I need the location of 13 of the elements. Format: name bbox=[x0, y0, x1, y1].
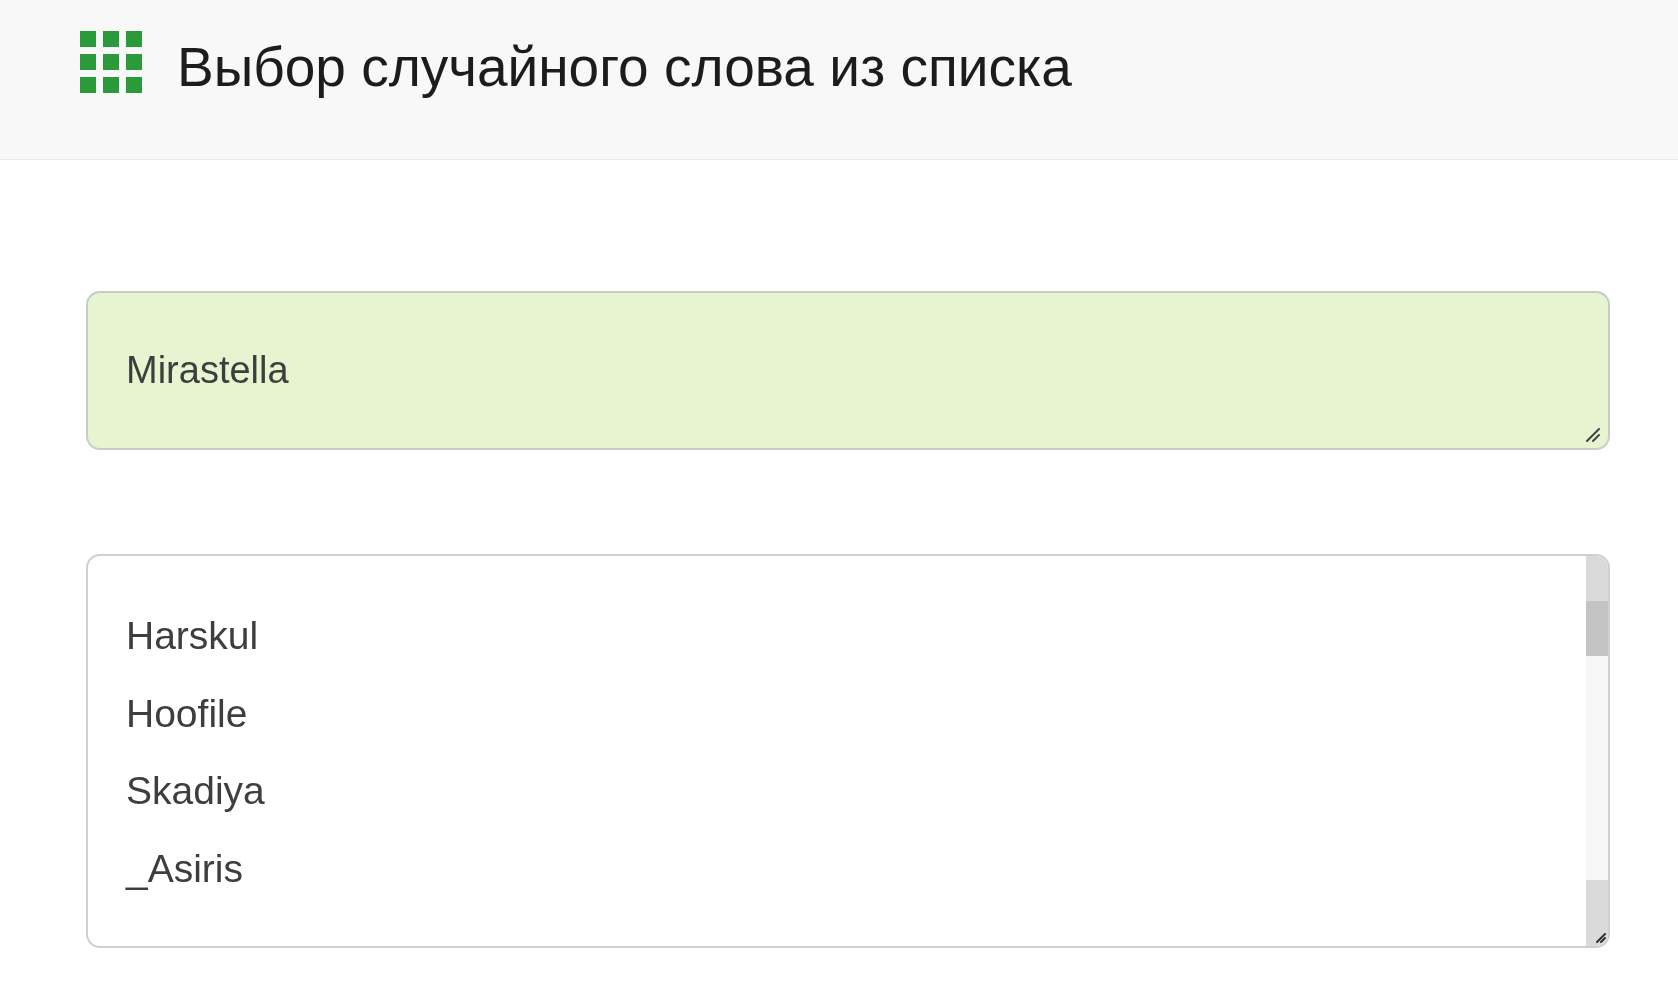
scrollbar[interactable] bbox=[1586, 556, 1608, 946]
result-field[interactable]: Mirastella bbox=[86, 291, 1610, 450]
scroll-button[interactable] bbox=[1586, 880, 1608, 946]
list-entry: Skadiya bbox=[126, 768, 266, 814]
grid-icon bbox=[80, 31, 142, 93]
scroll-thumb[interactable] bbox=[1586, 601, 1608, 656]
list-entry: Hoofile bbox=[126, 690, 249, 737]
page-title: Выбор случайного слова из списка bbox=[177, 35, 1072, 100]
resize-grip-icon[interactable] bbox=[1586, 428, 1600, 442]
list-entry: _Asiris bbox=[126, 845, 245, 892]
list-entry: Harskul bbox=[126, 613, 260, 659]
resize-grip-icon[interactable] bbox=[1596, 933, 1606, 943]
word-list-field[interactable]: Harskul Hoofile Skadiya _Asiris bbox=[86, 554, 1610, 948]
